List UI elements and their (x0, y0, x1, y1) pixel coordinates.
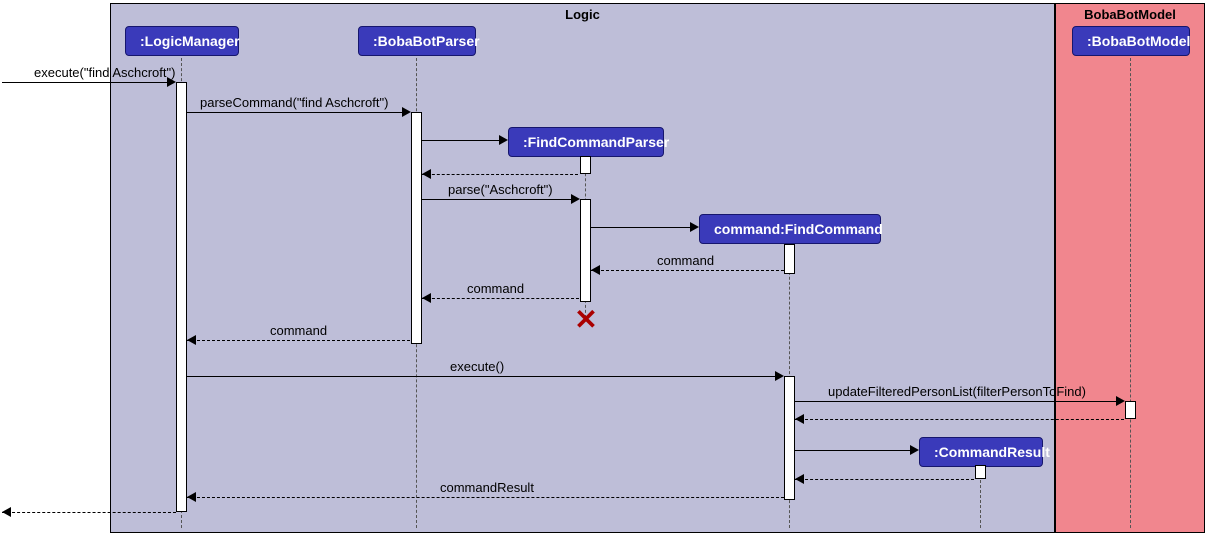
arrow-command-1 (591, 265, 600, 275)
label-parsecommand: parseCommand("find Aschcroft") (200, 95, 388, 110)
activation-findcommandparser-2 (580, 199, 591, 302)
label-parser: :BobaBotParser (373, 33, 480, 49)
arrow-return-fcp (422, 169, 431, 179)
activation-model (1125, 401, 1136, 419)
label-command-1: command (657, 253, 714, 268)
sequence-diagram: Logic BobaBotModel :LogicManager :BobaBo… (0, 0, 1209, 541)
msg-updatefiltered (795, 401, 1121, 402)
label-execute-in: execute("find Aschcroft") (34, 65, 175, 80)
region-logic-label: Logic (565, 7, 600, 22)
msg-return-model (795, 419, 1124, 420)
label-updatefiltered: updateFilteredPersonList(filterPersonToF… (828, 384, 1086, 399)
msg-commandresult (187, 497, 784, 498)
lifeline-model (1130, 53, 1131, 528)
msg-command-3 (187, 340, 410, 341)
label-parse: parse("Aschcroft") (448, 182, 553, 197)
arrow-create-cr (910, 445, 919, 455)
label-findcommand: command:FindCommand (714, 221, 883, 237)
label-commandresult: :CommandResult (934, 444, 1050, 460)
participant-model: :BobaBotModel (1072, 26, 1190, 56)
region-model-label: BobaBotModel (1084, 7, 1176, 22)
arrow-updatefiltered (1116, 396, 1125, 406)
activation-findcommandparser-1 (580, 156, 591, 174)
msg-return-cr (795, 479, 974, 480)
activation-findcommand-1 (784, 244, 795, 274)
label-model: :BobaBotModel (1087, 33, 1190, 49)
arrow-command-2 (422, 293, 431, 303)
activation-commandresult (975, 465, 986, 479)
arrow-return-model (795, 414, 804, 424)
msg-parsecommand (187, 112, 406, 113)
msg-create-fcp (422, 140, 502, 141)
arrow-return-out (2, 507, 11, 517)
msg-return-out (2, 512, 176, 513)
arrow-commandresult (187, 492, 196, 502)
label-command-3: command (270, 323, 327, 338)
msg-execute (187, 376, 780, 377)
msg-execute-in (2, 82, 170, 83)
arrow-execute (775, 371, 784, 381)
activation-logicmanager (176, 82, 187, 512)
msg-command-2 (422, 298, 579, 299)
participant-findcommandparser: :FindCommandParser (508, 127, 664, 157)
participant-parser: :BobaBotParser (358, 26, 476, 56)
arrow-parse (571, 194, 580, 204)
label-commandresult: commandResult (440, 480, 534, 495)
msg-create-cr (795, 450, 914, 451)
activation-findcommand-2 (784, 376, 795, 500)
msg-return-fcp (422, 174, 578, 175)
participant-findcommand: command:FindCommand (699, 214, 881, 244)
participant-commandresult: :CommandResult (919, 437, 1043, 467)
arrow-return-cr (795, 474, 804, 484)
msg-command-1 (591, 270, 784, 271)
participant-logicmanager: :LogicManager (125, 26, 239, 56)
label-logicmanager: :LogicManager (140, 33, 240, 49)
destroy-icon: ✕ (574, 306, 597, 334)
arrow-command-3 (187, 335, 196, 345)
activation-parser (411, 112, 422, 344)
label-findcommandparser: :FindCommandParser (523, 134, 669, 150)
msg-parse (422, 199, 576, 200)
arrow-create-fcp (499, 135, 508, 145)
label-command-2: command (467, 281, 524, 296)
msg-create-fc (591, 227, 694, 228)
arrow-parsecommand (402, 107, 411, 117)
label-execute: execute() (450, 359, 504, 374)
arrow-create-fc (690, 222, 699, 232)
